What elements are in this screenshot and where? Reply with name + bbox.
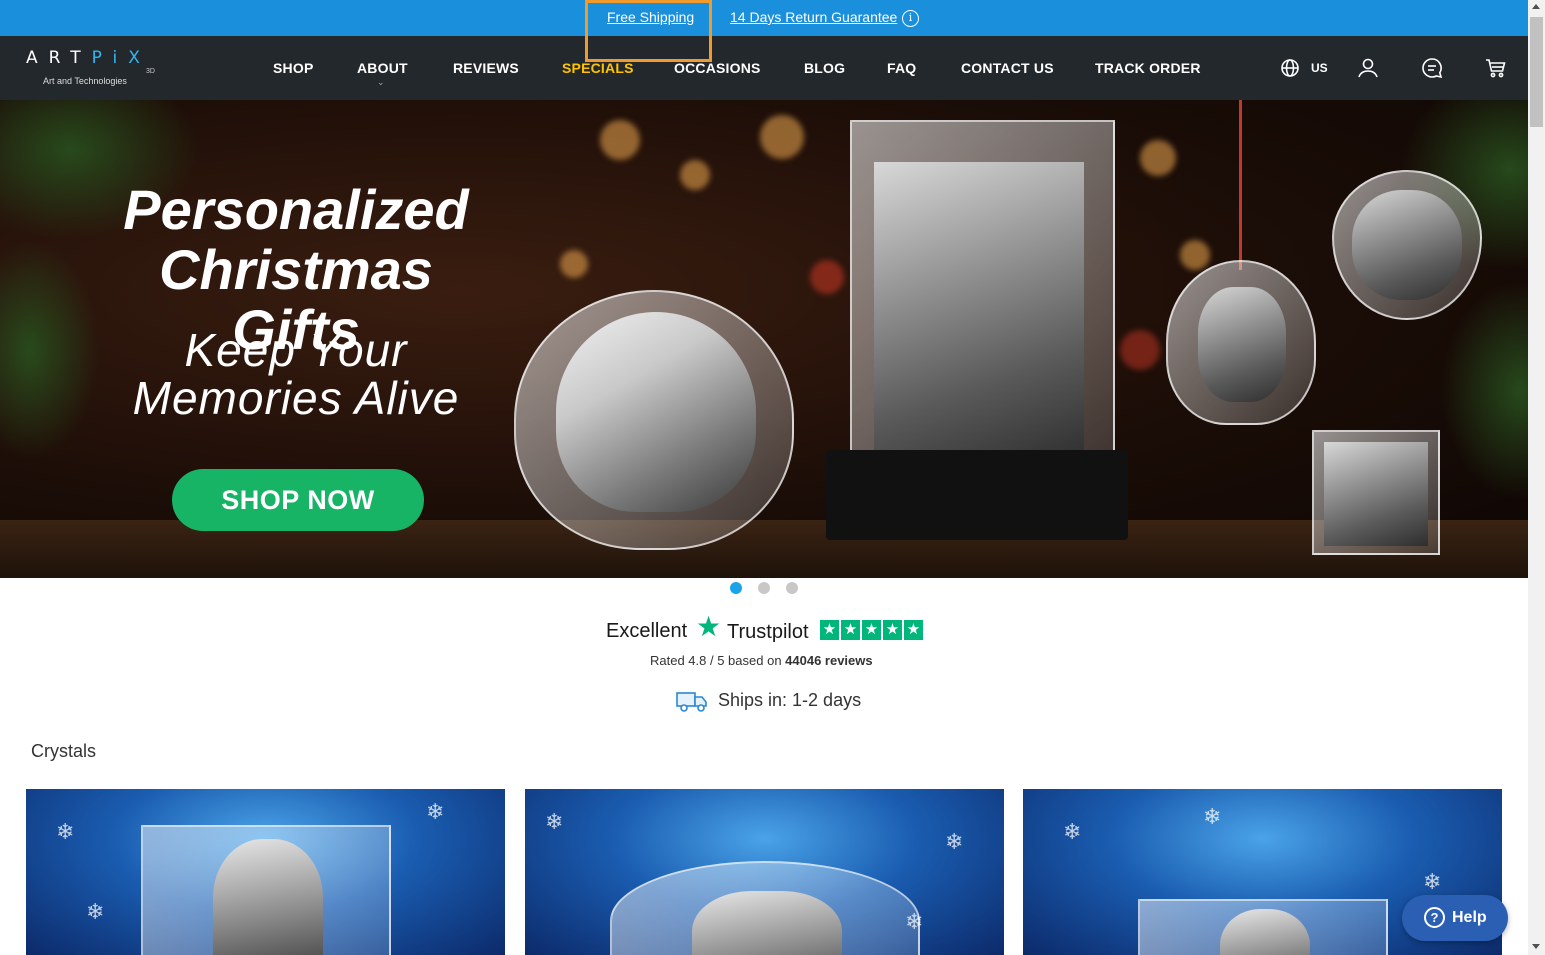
trustpilot-widget[interactable]: Excellent ★ Trustpilot ★ ★ ★ ★ ★ xyxy=(606,611,936,648)
crystal-photo xyxy=(1324,442,1428,546)
logo-tagline: Art and Technologies xyxy=(43,76,127,86)
nav-item-shop[interactable]: SHOP xyxy=(273,60,313,76)
trustpilot-star-icon: ★ xyxy=(696,611,722,642)
bokeh-light xyxy=(1120,330,1160,370)
shop-now-button[interactable]: SHOP NOW xyxy=(172,469,424,531)
nav-item-about-label: ABOUT xyxy=(357,60,408,76)
bokeh-light xyxy=(760,115,804,159)
heart-crystal xyxy=(514,290,794,550)
section-title-crystals: Crystals xyxy=(31,741,97,761)
crystal-photo xyxy=(874,162,1084,462)
truck-icon xyxy=(676,692,707,712)
rectangle-crystal xyxy=(850,120,1115,485)
star-icon: ★ xyxy=(883,620,902,640)
return-guarantee-link[interactable]: 14 Days Return Guarantee xyxy=(730,9,897,25)
logo-suffix: 3D xyxy=(146,68,155,75)
snowflake-icon: ❄ xyxy=(945,829,964,854)
trustpilot-stars: ★ ★ ★ ★ ★ xyxy=(820,620,923,640)
scroll-down-arrow[interactable] xyxy=(1532,944,1540,949)
snowflake-icon: ❄ xyxy=(1063,819,1082,844)
nav-item-track-order[interactable]: TRACK ORDER xyxy=(1095,60,1201,76)
help-label: Help xyxy=(1452,909,1487,926)
logo-wordmark: ARTPiX xyxy=(26,48,151,68)
bokeh-light xyxy=(680,160,710,190)
nav-item-contact-us[interactable]: CONTACT US xyxy=(961,60,1054,76)
nav-item-about[interactable]: ABOUT xyxy=(357,60,408,76)
bell-ornament xyxy=(1166,260,1316,425)
trustpilot-rating: Rated 4.8 / 5 based on 44046 reviews xyxy=(650,653,873,668)
scroll-up-arrow[interactable] xyxy=(1532,4,1540,9)
cube-crystal xyxy=(1138,899,1388,955)
slider-dot-3[interactable] xyxy=(786,582,798,594)
ornament-ribbon xyxy=(1239,100,1242,270)
star-icon: ★ xyxy=(904,620,923,640)
bokeh-light xyxy=(1180,240,1210,270)
snowflake-icon: ❄ xyxy=(1423,869,1442,894)
nav-item-faq[interactable]: FAQ xyxy=(887,60,916,76)
product-card[interactable]: ❄ ❄ ❄ xyxy=(525,789,1004,955)
main-navigation: ARTPiX 3D Art and Technologies SHOP ABOU… xyxy=(0,36,1528,100)
question-icon: ? xyxy=(1424,907,1445,928)
bokeh-light xyxy=(810,260,844,294)
page-scrollbar[interactable] xyxy=(1528,0,1545,955)
crystal-photo xyxy=(1352,190,1462,300)
led-base xyxy=(826,450,1128,540)
star-icon: ★ xyxy=(862,620,881,640)
crystal-photo xyxy=(1220,909,1310,955)
nav-item-reviews[interactable]: REVIEWS xyxy=(453,60,519,76)
globe-icon[interactable] xyxy=(1279,56,1303,80)
hero-banner[interactable]: Personalized Christmas Gifts Keep Your M… xyxy=(0,100,1528,578)
snowflake-icon: ❄ xyxy=(426,799,445,824)
snowflake-icon: ❄ xyxy=(1203,804,1222,829)
keychain-crystal xyxy=(1312,430,1440,555)
announcement-bar: Free Shipping 14 Days Return Guarantee i xyxy=(0,0,1528,36)
star-icon: ★ xyxy=(841,620,860,640)
bokeh-light xyxy=(560,250,588,278)
region-label[interactable]: US xyxy=(1311,61,1328,75)
cube-crystal xyxy=(141,825,391,955)
bokeh-light xyxy=(600,120,640,160)
artpix-logo[interactable]: ARTPiX 3D Art and Technologies xyxy=(26,48,166,90)
pine-branch xyxy=(1440,280,1528,500)
chevron-down-icon: ⌄ xyxy=(377,77,385,87)
nav-item-occasions[interactable]: OCCASIONS xyxy=(674,60,761,76)
hero-subtitle: Keep Your Memories Alive xyxy=(132,324,460,424)
scroll-thumb[interactable] xyxy=(1530,17,1543,127)
slider-dot-2[interactable] xyxy=(758,582,770,594)
pine-branch xyxy=(0,240,100,460)
reviews-count[interactable]: 44046 reviews xyxy=(785,653,872,668)
crystal-photo xyxy=(1198,287,1286,402)
help-button[interactable]: ? Help xyxy=(1402,895,1508,941)
snowflake-icon: ❄ xyxy=(86,899,105,924)
crystal-photo xyxy=(692,891,842,955)
snowflake-icon: ❄ xyxy=(56,819,75,844)
product-card[interactable]: ❄ ❄ ❄ xyxy=(26,789,505,955)
info-icon[interactable]: i xyxy=(902,10,919,27)
heart-crystal xyxy=(610,861,920,955)
trustpilot-brand: Trustpilot xyxy=(727,621,809,643)
bokeh-light xyxy=(1140,140,1176,176)
nav-item-specials[interactable]: SPECIALS xyxy=(562,60,634,76)
user-icon[interactable] xyxy=(1356,56,1380,80)
snowflake-icon: ❄ xyxy=(545,809,564,834)
slider-dot-1[interactable] xyxy=(730,582,742,594)
heart-ornament xyxy=(1332,170,1482,320)
star-icon: ★ xyxy=(820,620,839,640)
cart-icon[interactable] xyxy=(1484,56,1508,80)
crystal-photo xyxy=(556,312,756,512)
shipping-text: Ships in: 1-2 days xyxy=(718,690,862,710)
trustpilot-excellent: Excellent xyxy=(606,620,688,642)
chat-icon[interactable] xyxy=(1420,56,1444,80)
highlight-box xyxy=(585,0,712,62)
nav-item-blog[interactable]: BLOG xyxy=(804,60,845,76)
crystal-photo xyxy=(213,839,323,955)
